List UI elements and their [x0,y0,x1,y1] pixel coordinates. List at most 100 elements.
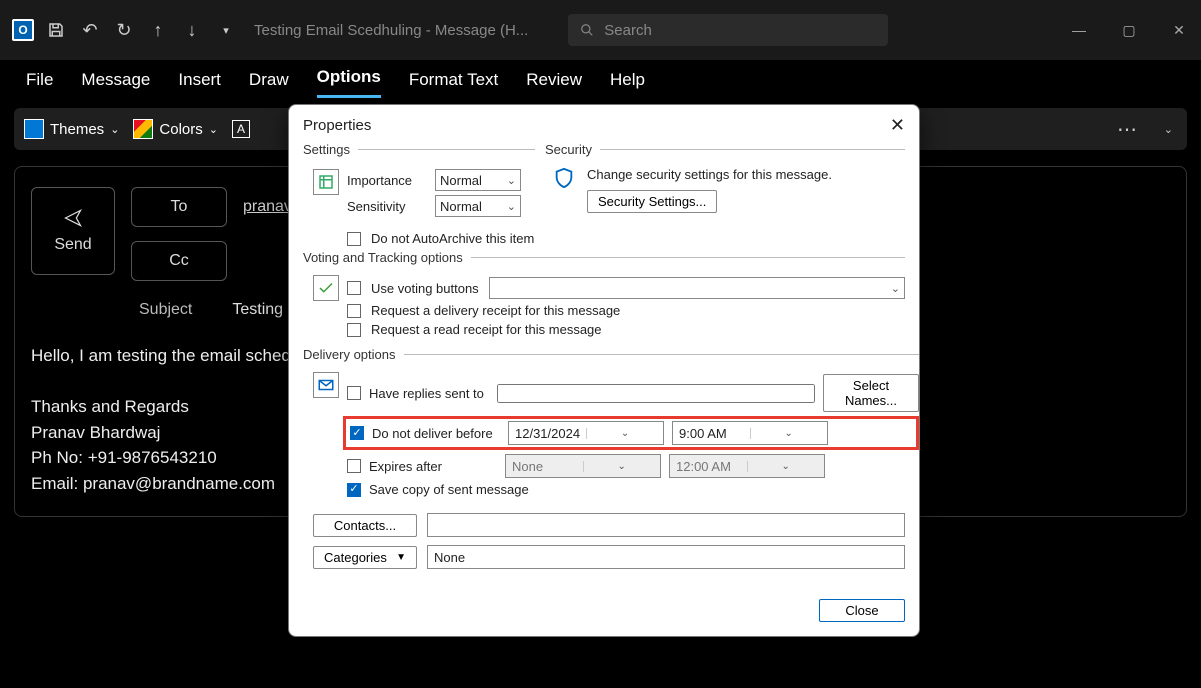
cc-button[interactable]: Cc [131,241,227,281]
chevron-down-icon: ⌄ [586,428,663,439]
ribbon-overflow[interactable]: ⋯ [1117,117,1137,142]
fonts-icon: A [232,120,250,138]
close-window-button[interactable]: ✕ [1169,22,1189,39]
maximize-button[interactable]: ▢ [1119,22,1139,39]
delay-label: Do not deliver before [372,426,500,441]
save-copy-label: Save copy of sent message [369,482,529,497]
importance-label: Importance [347,173,425,188]
quick-access-toolbar: ↶ ↻ ↑ ↓ ▾ [46,20,236,40]
tab-help[interactable]: Help [610,70,645,98]
select-names-button[interactable]: Select Names... [823,374,919,412]
tab-file[interactable]: File [26,70,53,98]
themes-button[interactable]: Themes ⌄ [24,119,119,139]
to-button[interactable]: To [131,187,227,227]
subject-label: Subject [139,301,192,319]
expires-date-value: None [506,459,583,474]
replies-input[interactable] [497,384,815,403]
voting-label: Use voting buttons [371,281,479,296]
outlook-icon: O [12,19,34,41]
colors-label: Colors [159,121,202,138]
read-receipt-checkbox[interactable] [347,323,361,337]
delay-time-select[interactable]: 9:00 AM ⌄ [672,421,828,445]
sensitivity-label: Sensitivity [347,199,425,214]
tab-insert[interactable]: Insert [178,70,221,98]
chevron-down-icon: ⌄ [750,428,828,439]
delivery-group: Delivery options Have replies sent to Se… [303,347,919,505]
down-arrow-icon[interactable]: ↓ [182,20,202,40]
delay-checkbox[interactable] [350,426,364,440]
collapse-ribbon-icon[interactable]: ⌄ [1164,123,1173,136]
expires-time-value: 12:00 AM [670,459,747,474]
save-icon[interactable] [46,20,66,40]
expires-date-select: None ⌄ [505,454,661,478]
chevron-down-icon: ⌄ [110,123,119,136]
importance-select[interactable]: Normal [435,169,521,191]
minimize-button[interactable]: — [1069,22,1089,39]
chevron-down-icon: ⌄ [209,123,218,136]
settings-legend: Settings [303,142,358,157]
send-label: Send [54,236,91,254]
shield-icon [553,167,575,189]
expires-label: Expires after [369,459,497,474]
read-receipt-label: Request a read receipt for this message [371,322,602,337]
chevron-down-icon: ⌄ [583,461,661,472]
close-button[interactable]: Close [819,599,905,622]
dialog-close-button[interactable]: ✕ [890,115,905,136]
settings-icon [313,169,339,195]
replies-checkbox[interactable] [347,386,361,400]
window-title: Testing Email Scedhuling - Message (H... [254,22,528,39]
search-icon [580,23,594,37]
chevron-down-icon: ⌄ [747,461,825,472]
titlebar: O ↶ ↻ ↑ ↓ ▾ Testing Email Scedhuling - M… [0,0,1201,60]
qat-more-icon[interactable]: ▾ [216,20,236,40]
colors-button[interactable]: Colors ⌄ [133,119,218,139]
contacts-input[interactable] [427,513,905,537]
up-arrow-icon[interactable]: ↑ [148,20,168,40]
tab-draw[interactable]: Draw [249,70,289,98]
send-icon [59,208,87,228]
tab-options[interactable]: Options [317,67,381,98]
tab-format-text[interactable]: Format Text [409,70,498,98]
delivery-icon [313,372,339,398]
delay-date-value: 12/31/2024 [509,426,586,441]
autoarchive-label: Do not AutoArchive this item [371,231,534,246]
categories-value: None [434,550,465,565]
search-box[interactable]: Search [568,14,888,46]
categories-label: Categories [324,550,387,565]
themes-label: Themes [50,121,104,138]
colors-icon [133,119,153,139]
properties-dialog: Properties ✕ Settings Importance Normal … [288,104,920,637]
chevron-down-icon: ▼ [396,552,406,563]
tab-message[interactable]: Message [81,70,150,98]
fonts-button[interactable]: A [232,120,250,138]
voting-checkbox[interactable] [347,281,361,295]
save-copy-checkbox[interactable] [347,483,361,497]
security-settings-button[interactable]: Security Settings... [587,190,717,213]
contacts-button[interactable]: Contacts... [313,514,417,537]
voting-icon [313,275,339,301]
categories-input[interactable]: None [427,545,905,569]
voting-group: Voting and Tracking options Use voting b… [303,250,905,345]
delivery-legend: Delivery options [303,347,404,362]
undo-icon[interactable]: ↶ [80,20,100,40]
themes-icon [24,119,44,139]
delay-date-select[interactable]: 12/31/2024 ⌄ [508,421,664,445]
delay-time-value: 9:00 AM [673,426,750,441]
voting-legend: Voting and Tracking options [303,250,471,265]
sensitivity-select[interactable]: Normal [435,195,521,217]
expires-time-select: 12:00 AM ⌄ [669,454,825,478]
delivery-receipt-checkbox[interactable] [347,304,361,318]
tab-review[interactable]: Review [526,70,582,98]
delay-delivery-highlight: Do not deliver before 12/31/2024 ⌄ 9:00 … [343,416,919,450]
voting-select[interactable] [489,277,905,299]
replies-label: Have replies sent to [369,386,489,401]
categories-button[interactable]: Categories ▼ [313,546,417,569]
expires-checkbox[interactable] [347,459,361,473]
dialog-title: Properties [303,117,371,134]
redo-icon[interactable]: ↻ [114,20,134,40]
autoarchive-checkbox[interactable] [347,232,361,246]
send-button[interactable]: Send [31,187,115,275]
ribbon-tabs: File Message Insert Draw Options Format … [0,60,1201,98]
delivery-receipt-label: Request a delivery receipt for this mess… [371,303,620,318]
settings-group: Settings Importance Normal Sensitivity N… [303,142,535,225]
